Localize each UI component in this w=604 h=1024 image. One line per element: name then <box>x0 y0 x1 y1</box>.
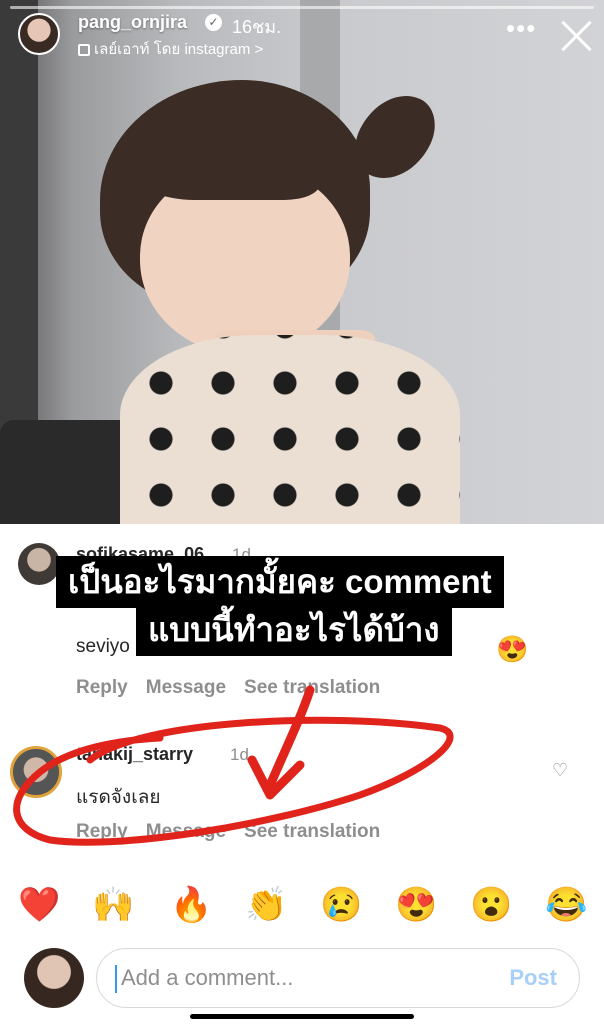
layout-attribution[interactable]: เลย์เอาท์ โดย instagram > <box>78 37 263 61</box>
layout-icon <box>78 44 90 56</box>
comment-avatar[interactable] <box>10 746 62 798</box>
home-indicator <box>190 1014 414 1019</box>
fire-emoji-icon[interactable]: 🔥 <box>170 885 212 925</box>
child-bangs <box>140 120 320 200</box>
comment-username[interactable]: tanakij_starry <box>76 744 193 765</box>
comment-actions: Reply Message See translation <box>76 677 398 699</box>
author-avatar[interactable] <box>18 13 60 55</box>
comment-avatar[interactable] <box>18 543 60 585</box>
message-link[interactable]: Message <box>146 821 226 842</box>
laughing-emoji-icon[interactable]: 😂 <box>545 885 587 925</box>
reply-link[interactable]: Reply <box>76 677 128 698</box>
comment-text: seviyo <box>76 636 130 657</box>
chevron-right-icon: > <box>254 41 264 58</box>
heart-eyes-emoji-icon: 😍 <box>496 634 529 664</box>
post-button[interactable]: Post <box>509 965 557 991</box>
heart-eyes-emoji-icon[interactable]: 😍 <box>395 885 437 925</box>
more-options-icon[interactable]: ••• <box>506 15 536 41</box>
story-progress-bar <box>10 6 594 9</box>
my-avatar <box>24 948 84 1008</box>
comment-text: แรดจังเลย <box>76 787 161 808</box>
close-icon[interactable] <box>558 18 594 54</box>
caption-line-1: เป็นอะไรมากมั้ยคะ comment <box>56 556 504 608</box>
like-heart-icon[interactable]: ♡ <box>552 760 570 780</box>
text-caret <box>115 965 117 993</box>
see-translation-link[interactable]: See translation <box>244 821 380 842</box>
caption-line-2: แบบนี้ทำอะไรได้บ้าง <box>136 604 452 656</box>
comment-input[interactable]: Add a comment... Post <box>96 948 580 1008</box>
reply-link[interactable]: Reply <box>76 821 128 842</box>
see-translation-link[interactable]: See translation <box>244 677 380 698</box>
story-header: pang_ornjira ✓ 16ชม. เลย์เอาท์ โดย insta… <box>0 0 604 80</box>
clapping-emoji-icon[interactable]: 👏 <box>245 885 287 925</box>
raising-hands-emoji-icon[interactable]: 🙌 <box>92 885 134 925</box>
child-polka-dress <box>120 335 460 524</box>
crying-emoji-icon[interactable]: 😢 <box>320 885 362 925</box>
author-username[interactable]: pang_ornjira <box>78 12 187 33</box>
heart-emoji-icon[interactable]: ❤️ <box>18 885 60 925</box>
emoji-reaction-bar: ❤️ 🙌 🔥 👏 😢 😍 😮 😂 <box>0 875 604 939</box>
message-link[interactable]: Message <box>146 677 226 698</box>
verified-badge-icon: ✓ <box>205 14 222 31</box>
comment-time: 1d <box>230 745 249 764</box>
comment-actions: Reply Message See translation <box>76 821 398 843</box>
surprised-emoji-icon[interactable]: 😮 <box>470 885 512 925</box>
comment-composer: Add a comment... Post <box>0 940 604 1024</box>
layout-text: เลย์เอาท์ โดย instagram <box>94 41 251 58</box>
comment-placeholder: Add a comment... <box>121 965 294 990</box>
